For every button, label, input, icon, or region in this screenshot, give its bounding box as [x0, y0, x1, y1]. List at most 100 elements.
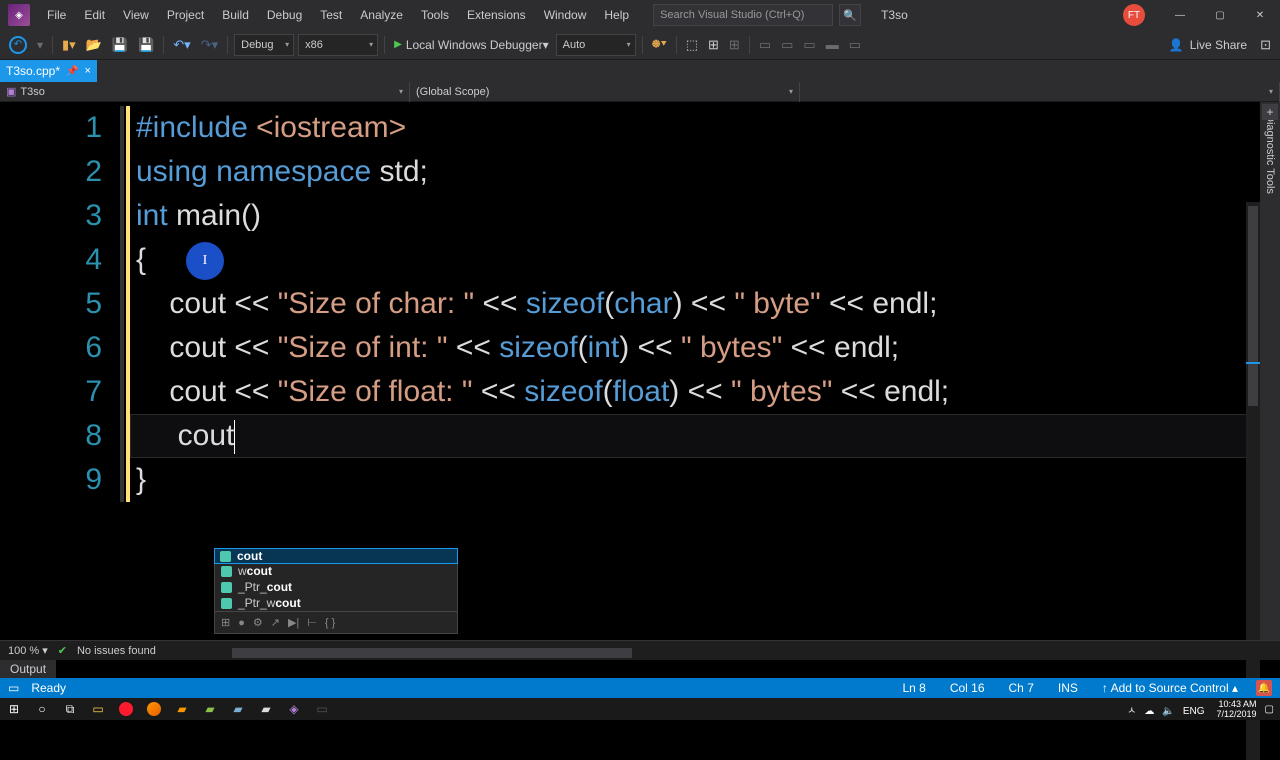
intellisense-item[interactable]: _Ptr_wcout — [215, 595, 457, 611]
start-debug-button[interactable]: ▶Local Windows Debugger ▾ — [389, 34, 553, 56]
status-ln[interactable]: Ln 8 — [890, 681, 937, 695]
status-ins[interactable]: INS — [1046, 681, 1090, 695]
vs-taskbar-icon[interactable]: ◈ — [280, 698, 308, 720]
code-editor[interactable]: 1 2 3 4 5 6 7 8 9 #include <iostream> us… — [0, 102, 1280, 660]
config-select[interactable]: Debug — [234, 34, 294, 56]
toolbox-icon-8[interactable]: ▬ — [821, 34, 844, 56]
menu-extensions[interactable]: Extensions — [458, 0, 535, 30]
maximize-button[interactable]: ▢ — [1200, 0, 1240, 30]
toolbox-icon-9[interactable]: ▭ — [844, 34, 866, 56]
task-view-icon[interactable]: ⧉ — [56, 698, 84, 720]
windows-taskbar[interactable]: ⊞ ○ ⧉ ▭ ▰ ▰ ▰ ▰ ◈ ▭ ㅅ ☁ 🔈 ENG 10:43 AM 7/12… — [0, 698, 1280, 720]
app-icon-3[interactable]: ▰ — [252, 698, 280, 720]
intellisense-item[interactable]: cout — [214, 548, 458, 564]
tab-t3so-cpp[interactable]: T3so.cpp* 📌 × — [0, 60, 97, 82]
status-col[interactable]: Col 16 — [938, 681, 997, 695]
add-tool-icon[interactable]: + — [1262, 104, 1278, 120]
window-mgmt-icon[interactable]: ▭ — [8, 681, 19, 695]
save-icon[interactable]: 💾 — [107, 34, 133, 56]
menu-build[interactable]: Build — [213, 0, 258, 30]
vs-status-bar: ▭ Ready Ln 8 Col 16 Ch 7 INS ↑ Add to So… — [0, 678, 1280, 698]
new-project-icon[interactable]: ▮▾ — [57, 34, 81, 56]
filter-icon[interactable]: ▶| — [288, 616, 299, 629]
system-clock[interactable]: 10:43 AM 7/12/2019 — [1217, 699, 1257, 719]
intellisense-footer[interactable]: ⊞ ● ⚙ ↗ ▶| ⊢ { } — [215, 611, 457, 633]
toolbox-icon-6[interactable]: ▭ — [776, 34, 798, 56]
nav-fwd-button[interactable]: ▾ — [32, 34, 48, 56]
notifications-icon[interactable]: 🔔 — [1256, 680, 1272, 696]
save-all-icon[interactable]: 💾 — [133, 34, 159, 56]
start-button[interactable]: ⊞ — [0, 698, 28, 720]
output-panel-tab[interactable]: Output — [0, 660, 56, 678]
zoom-control[interactable]: 100 % ▾ — [8, 644, 48, 657]
menu-project[interactable]: Project — [158, 0, 213, 30]
toolbox-icon-7[interactable]: ▭ — [798, 34, 820, 56]
menu-window[interactable]: Window — [535, 0, 596, 30]
app-icon-2[interactable]: ▰ — [224, 698, 252, 720]
firefox-icon[interactable] — [140, 698, 168, 720]
vertical-scrollbar[interactable] — [1246, 202, 1260, 760]
hscroll-thumb[interactable] — [232, 648, 632, 658]
menu-debug[interactable]: Debug — [258, 0, 311, 30]
filter-icon[interactable]: ⊢ — [307, 616, 317, 629]
nav-back-button[interactable]: ↶ — [4, 34, 32, 56]
user-avatar[interactable]: FT — [1123, 4, 1145, 26]
debug-mode-select[interactable]: Auto — [556, 34, 636, 56]
filter-icon[interactable]: ⊞ — [221, 616, 230, 629]
toolbox-icon-1[interactable]: 🞿▾ — [647, 34, 672, 56]
filter-icon[interactable]: { } — [325, 617, 335, 629]
close-button[interactable]: ✕ — [1240, 0, 1280, 30]
toolbox-icon-5[interactable]: ▭ — [754, 34, 776, 56]
explorer-icon[interactable]: ▭ — [84, 698, 112, 720]
tab-close-icon[interactable]: × — [84, 65, 90, 77]
search-input[interactable]: Search Visual Studio (Ctrl+Q) — [653, 4, 833, 26]
add-source-control[interactable]: ↑ Add to Source Control ▴ — [1090, 681, 1250, 695]
filter-icon[interactable]: ● — [238, 617, 245, 629]
menu-test[interactable]: Test — [311, 0, 351, 30]
minimize-button[interactable]: — — [1160, 0, 1200, 30]
toolbox-icon-3[interactable]: ⊞ — [703, 34, 724, 56]
member-select[interactable] — [800, 82, 1280, 102]
scroll-marker — [1246, 362, 1260, 364]
menu-help[interactable]: Help — [595, 0, 638, 30]
app-icon-4[interactable]: ▭ — [308, 698, 336, 720]
filter-icon[interactable]: ↗ — [271, 616, 280, 629]
tray-icon[interactable]: ☁ — [1144, 706, 1154, 717]
live-share-button[interactable]: 👤Live Share — [1161, 38, 1255, 52]
toolbox-icon-2[interactable]: ⬚ — [681, 34, 703, 56]
scope-select[interactable]: (Global Scope) — [410, 82, 800, 102]
toolbox-icon-4[interactable]: ⊞ — [724, 34, 745, 56]
menu-edit[interactable]: Edit — [75, 0, 114, 30]
scrollbar-thumb[interactable] — [1248, 206, 1258, 406]
search-icon[interactable]: 🔍 — [839, 4, 861, 26]
open-icon[interactable]: 📂 — [81, 34, 107, 56]
status-ch[interactable]: Ch 7 — [997, 681, 1046, 695]
outline-margin[interactable] — [120, 106, 124, 502]
intellisense-popup[interactable]: coutwcout_Ptr_cout_Ptr_wcout ⊞ ● ⚙ ↗ ▶| ⊢ { } — [214, 548, 458, 634]
right-tool-rail[interactable]: + Diagnostic Tools — [1260, 102, 1280, 660]
tray-icon[interactable]: ㅅ — [1127, 706, 1136, 717]
opera-icon[interactable] — [112, 698, 140, 720]
menu-analyze[interactable]: Analyze — [351, 0, 412, 30]
menu-file[interactable]: File — [38, 0, 75, 30]
undo-icon[interactable]: ↶▾ — [168, 34, 195, 56]
horizontal-scrollbar[interactable] — [230, 646, 1250, 660]
menu-tools[interactable]: Tools — [412, 0, 458, 30]
app-icon-1[interactable]: ▰ — [196, 698, 224, 720]
no-issues-label[interactable]: No issues found — [77, 645, 156, 657]
project-scope-select[interactable]: ▣T3so — [0, 82, 410, 102]
platform-select[interactable]: x86 — [298, 34, 378, 56]
feedback-icon[interactable]: ⊡ — [1255, 34, 1276, 56]
filter-icon[interactable]: ⚙ — [253, 616, 263, 629]
diagnostic-tools-tab[interactable]: Diagnostic Tools — [1264, 108, 1276, 194]
action-center-icon[interactable]: ▢ — [1265, 704, 1274, 715]
pin-icon[interactable]: 📌 — [66, 66, 78, 77]
intellisense-item[interactable]: _Ptr_cout — [215, 579, 457, 595]
tray-icon[interactable]: ENG — [1183, 706, 1205, 717]
tray-icon[interactable]: 🔈 — [1162, 706, 1174, 717]
search-taskbar-icon[interactable]: ○ — [28, 698, 56, 720]
redo-icon[interactable]: ↷▾ — [196, 34, 223, 56]
menu-view[interactable]: View — [114, 0, 158, 30]
sublime-icon[interactable]: ▰ — [168, 698, 196, 720]
intellisense-item[interactable]: wcout — [215, 563, 457, 579]
